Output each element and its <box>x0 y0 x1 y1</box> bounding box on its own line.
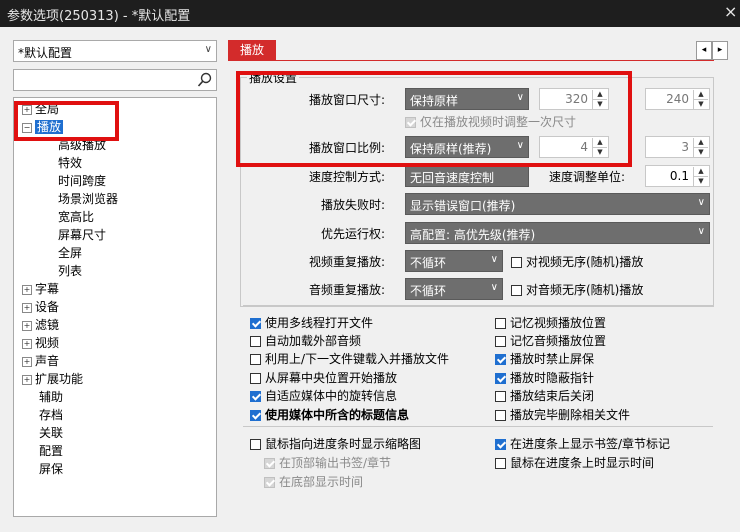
audio-repeat-label: 音频重复播放: <box>309 283 386 297</box>
thumbnail-checkbox[interactable]: 鼠标指向进度条时显示缩略图 <box>250 435 421 451</box>
rotation-checkbox[interactable]: 自适应媒体中的旋转信息 <box>250 387 397 403</box>
category-tree: + 全局 − 播放 高级播放 特效 时间跨度 场景浏览器 宽高比 屏幕尺寸 全屏 列… <box>13 97 217 517</box>
tab-underline <box>276 60 714 61</box>
spin-down-icon: ▼ <box>597 148 603 156</box>
bottom-time-checkbox[interactable]: 在底部显示时间 <box>264 473 363 489</box>
tree-item-archive[interactable]: 存档 <box>39 406 63 423</box>
bar-marks-checkbox[interactable]: 在进度条上显示书签/章节标记 <box>495 435 670 451</box>
tree-item-extensions[interactable]: + 扩展功能 <box>22 370 83 387</box>
no-screensaver-checkbox[interactable]: 播放时禁止屏保 <box>495 350 594 366</box>
tree-item-assist[interactable]: 辅助 <box>39 388 63 405</box>
close-icon[interactable]: × <box>724 2 737 21</box>
window-width-spinner[interactable]: 320 ▲ ▼ <box>539 88 609 110</box>
divider <box>243 426 713 427</box>
spin-down-icon: ▼ <box>698 100 704 108</box>
chevron-down-icon: ∨ <box>516 92 524 103</box>
tree-item-screen-size[interactable]: 屏幕尺寸 <box>58 226 106 243</box>
tree-item-video[interactable]: + 视频 <box>22 334 59 351</box>
spin-down-icon: ▼ <box>597 100 603 108</box>
external-audio-checkbox[interactable]: 自动加载外部音频 <box>250 332 361 348</box>
prev-page-button[interactable]: ◂ <box>696 41 712 60</box>
chevron-down-icon: ∨ <box>697 226 705 237</box>
spin-up-icon: ▲ <box>694 138 708 148</box>
on-fail-select[interactable]: 显示错误窗口(推荐) ∨ <box>405 193 710 215</box>
hide-cursor-checkbox[interactable]: 播放时隐蔽指针 <box>495 369 594 385</box>
ratio-height-spinner[interactable]: 3 ▲ ▼ <box>645 136 710 158</box>
tree-item-screensaver[interactable]: 屏保 <box>39 460 63 477</box>
divider <box>243 305 713 306</box>
chevron-down-icon: ∨ <box>204 44 212 55</box>
spin-up-icon: ▲ <box>694 90 708 100</box>
audio-repeat-select[interactable]: 不循环 ∨ <box>405 278 503 300</box>
on-fail-label: 播放失败时: <box>321 198 386 212</box>
top-bookmark-checkbox[interactable]: 在顶部输出书签/章节 <box>264 454 391 470</box>
window-ratio-select[interactable]: 保持原样(推荐) ∨ <box>405 136 529 158</box>
spin-up-icon: ▲ <box>593 138 607 148</box>
adjust-once-checkbox[interactable]: 仅在播放视频时调整一次尺寸 <box>405 113 576 129</box>
spin-up-icon: ▲ <box>593 90 607 100</box>
remember-video-pos-checkbox[interactable]: 记忆视频播放位置 <box>495 314 606 330</box>
dialog-body: *默认配置 ∨ + 全局 − 播放 高级播放 特效 时间跨度 场景浏览器 宽高比 屏… <box>0 27 740 532</box>
priority-label: 优先运行权: <box>321 227 386 241</box>
tree-item-aspect[interactable]: 宽高比 <box>58 208 94 225</box>
title-bar: 参数选项(250313) - *默认配置 × <box>0 0 740 27</box>
delete-after-checkbox[interactable]: 播放完毕删除相关文件 <box>495 406 630 422</box>
tree-item-fullscreen[interactable]: 全屏 <box>58 244 82 261</box>
center-start-checkbox[interactable]: 从屏幕中央位置开始播放 <box>250 369 397 385</box>
search-icon[interactable] <box>197 72 213 88</box>
remember-audio-pos-checkbox[interactable]: 记忆音频播放位置 <box>495 332 606 348</box>
speed-mode-label: 速度控制方式: <box>309 170 386 184</box>
spin-up-icon: ▲ <box>694 167 708 177</box>
bar-time-checkbox[interactable]: 鼠标在进度条上时显示时间 <box>495 454 654 470</box>
next-page-button[interactable]: ▸ <box>712 41 728 60</box>
chevron-down-icon: ∨ <box>516 140 524 151</box>
page-title-tab: 播放 <box>228 40 276 61</box>
tree-item-global[interactable]: + 全局 <box>22 100 59 117</box>
speed-mode-select[interactable]: 无回音速度控制 <box>405 165 529 187</box>
search-input[interactable] <box>13 69 217 91</box>
tree-item-subtitle[interactable]: + 字幕 <box>22 280 59 297</box>
tree-item-audio[interactable]: + 声音 <box>22 352 59 369</box>
tree-item-filter[interactable]: + 滤镜 <box>22 316 59 333</box>
window-height-spinner[interactable]: 240 ▲ ▼ <box>645 88 710 110</box>
speed-unit-spinner[interactable]: 0.1 ▲ ▼ <box>645 165 710 187</box>
tree-item-config[interactable]: 配置 <box>39 442 63 459</box>
tree-item-list[interactable]: 列表 <box>58 262 82 279</box>
video-repeat-label: 视频重复播放: <box>309 255 386 269</box>
priority-select[interactable]: 高配置: 高优先级(推荐) ∨ <box>405 222 710 244</box>
tree-item-device[interactable]: + 设备 <box>22 298 59 315</box>
spin-down-icon: ▼ <box>698 177 704 185</box>
group-title: 播放设置 <box>247 69 300 86</box>
multithread-checkbox[interactable]: 使用多线程打开文件 <box>250 314 373 330</box>
ratio-width-spinner[interactable]: 4 ▲ ▼ <box>539 136 609 158</box>
title-info-checkbox[interactable]: 使用媒体中所含的标题信息 <box>250 406 409 422</box>
prev-next-key-checkbox[interactable]: 利用上/下一文件键载入并播放文件 <box>250 350 449 366</box>
window-size-label: 播放窗口尺寸: <box>309 93 386 107</box>
window-title: 参数选项(250313) - *默认配置 <box>7 9 191 24</box>
tree-item-scene-browser[interactable]: 场景浏览器 <box>58 190 118 207</box>
video-repeat-select[interactable]: 不循环 ∨ <box>405 250 503 272</box>
tree-item-association[interactable]: 关联 <box>39 424 63 441</box>
window-size-select[interactable]: 保持原样 ∨ <box>405 88 529 110</box>
chevron-down-icon: ∨ <box>490 282 498 293</box>
tree-item-effects[interactable]: 特效 <box>58 154 82 171</box>
tree-item-playback[interactable]: − 播放 <box>22 118 64 135</box>
audio-random-checkbox[interactable]: 对音频无序(随机)播放 <box>511 281 643 297</box>
speed-unit-label: 速度调整单位: <box>549 170 626 184</box>
playback-settings-group <box>240 77 714 307</box>
tree-item-timespan[interactable]: 时间跨度 <box>58 172 106 189</box>
video-random-checkbox[interactable]: 对视频无序(随机)播放 <box>511 253 643 269</box>
profile-select[interactable]: *默认配置 ∨ <box>13 40 217 62</box>
spin-down-icon: ▼ <box>698 148 704 156</box>
chevron-down-icon: ∨ <box>490 254 498 265</box>
close-after-checkbox[interactable]: 播放结束后关闭 <box>495 387 594 403</box>
chevron-down-icon: ∨ <box>697 197 705 208</box>
window-ratio-label: 播放窗口比例: <box>309 141 386 155</box>
profile-value: *默认配置 <box>18 46 73 60</box>
tree-item-advanced[interactable]: 高级播放 <box>58 136 106 153</box>
